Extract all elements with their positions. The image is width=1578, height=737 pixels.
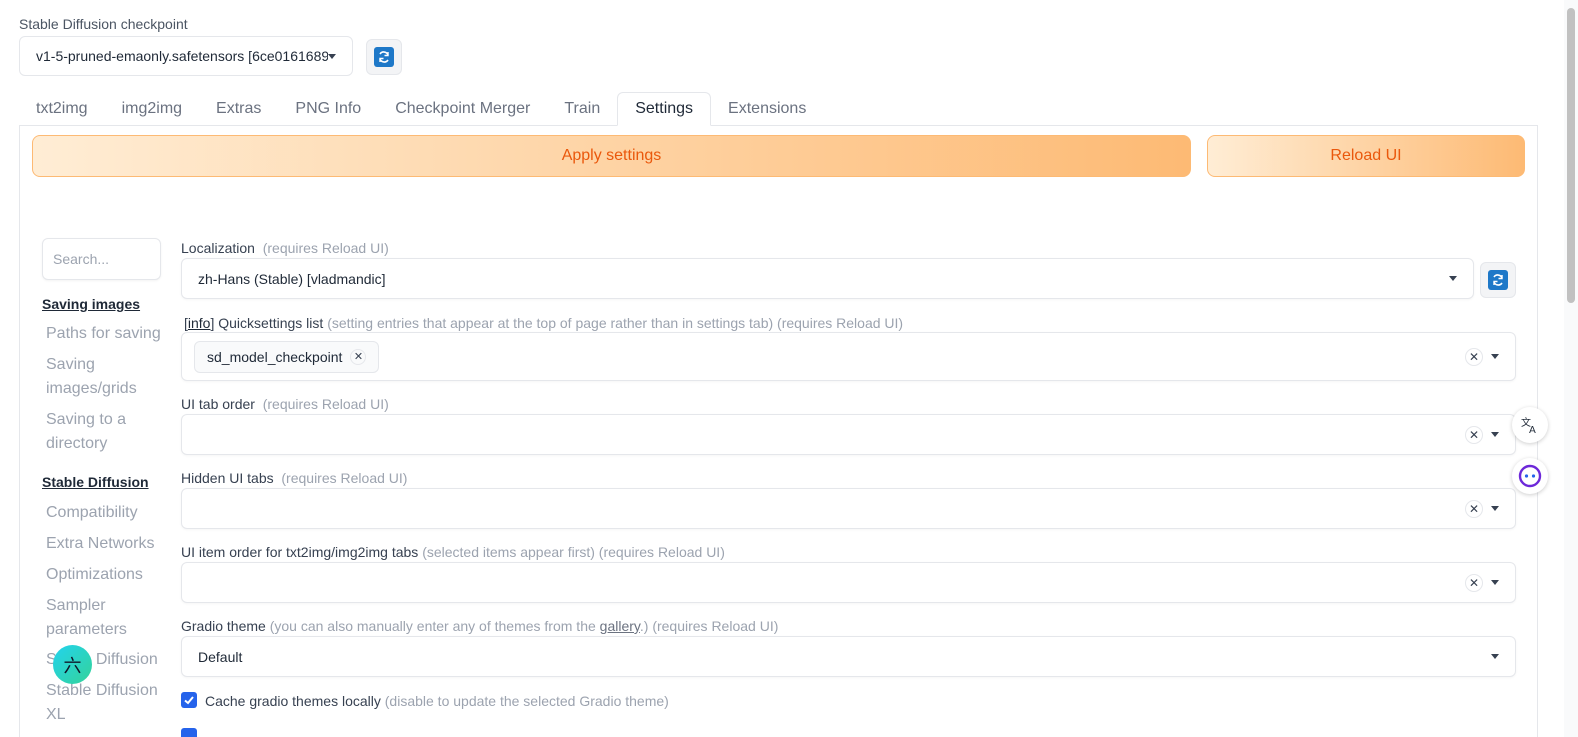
localization-dropdown[interactable]: zh-Hans (Stable) [vladmandic] <box>181 258 1474 299</box>
tab-png-info[interactable]: PNG Info <box>278 92 378 126</box>
sidebar-item-extra-networks[interactable]: Extra Networks <box>46 532 161 556</box>
tab-img2img[interactable]: img2img <box>105 92 199 126</box>
apply-settings-button[interactable]: Apply settings <box>32 135 1191 177</box>
scrollbar-thumb[interactable] <box>1567 8 1575 303</box>
refresh-localization-button[interactable] <box>1480 262 1516 298</box>
quicksettings-chip: sd_model_checkpoint ✕ <box>194 340 380 373</box>
chevron-down-icon <box>328 53 336 59</box>
sidebar-section-saving-images[interactable]: Saving images <box>42 296 140 312</box>
sidebar-item-stable-diffusion-xl[interactable]: Stable Diffusion XL <box>46 679 161 727</box>
gradio-theme-value: Default <box>198 648 243 665</box>
hidden-ui-tabs-label: Hidden UI tabs (requires Reload UI) <box>181 470 408 486</box>
refresh-checkpoint-button[interactable] <box>366 39 402 75</box>
gradio-theme-dropdown[interactable]: Default <box>181 636 1516 677</box>
translate-icon[interactable]: 文A <box>1512 407 1548 443</box>
sidebar-section-stable-diffusion[interactable]: Stable Diffusion <box>42 474 149 490</box>
gradio-theme-label: Gradio theme (you can also manually ente… <box>181 618 779 634</box>
localization-value: zh-Hans (Stable) [vladmandic] <box>198 270 386 287</box>
quicksettings-multiselect[interactable]: sd_model_checkpoint ✕ ✕ <box>181 332 1516 381</box>
sidebar-item-compatibility[interactable]: Compatibility <box>46 501 161 525</box>
main-tabs: txt2img img2img Extras PNG Info Checkpoi… <box>19 92 823 126</box>
reload-ui-button[interactable]: Reload UI <box>1207 135 1525 177</box>
tab-extensions[interactable]: Extensions <box>711 92 823 126</box>
refresh-icon <box>1488 270 1508 290</box>
sidebar-item-saving-images-grids[interactable]: Saving images/grids <box>46 353 161 401</box>
tab-settings[interactable]: Settings <box>617 92 712 126</box>
svg-text:A: A <box>1529 425 1536 435</box>
sidebar-item-paths-for-saving[interactable]: Paths for saving <box>46 322 161 346</box>
clear-icon[interactable]: ✕ <box>1465 347 1483 366</box>
floating-assistant-badge[interactable]: 六 <box>53 645 92 684</box>
remove-chip-icon[interactable]: ✕ <box>350 348 367 365</box>
badge-char: 六 <box>63 655 82 676</box>
chevron-down-icon <box>1491 580 1499 585</box>
next-setting-checkbox[interactable] <box>181 728 197 737</box>
sidebar-item-saving-to-directory[interactable]: Saving to a directory <box>46 408 161 456</box>
cache-themes-checkbox[interactable] <box>181 692 197 708</box>
tab-train[interactable]: Train <box>547 92 617 126</box>
ui-tab-order-label: UI tab order (requires Reload UI) <box>181 396 389 412</box>
chevron-down-icon <box>1449 276 1457 281</box>
tab-checkpoint-merger[interactable]: Checkpoint Merger <box>378 92 547 126</box>
ui-item-order-multiselect[interactable]: ✕ <box>181 562 1516 603</box>
chevron-down-icon <box>1491 654 1499 659</box>
hidden-ui-tabs-multiselect[interactable]: ✕ <box>181 488 1516 529</box>
clear-icon[interactable]: ✕ <box>1465 499 1483 518</box>
page-scrollbar[interactable] <box>1564 0 1578 737</box>
clear-icon[interactable]: ✕ <box>1465 425 1483 444</box>
cache-themes-label: Cache gradio themes locally (disable to … <box>205 693 669 709</box>
settings-search-input[interactable] <box>42 238 161 280</box>
quicksettings-label: [info] Quicksettings list (setting entri… <box>184 315 904 331</box>
checkpoint-dropdown[interactable]: v1-5-pruned-emaonly.safetensors [6ce0161… <box>19 36 353 76</box>
tab-txt2img[interactable]: txt2img <box>19 92 105 126</box>
check-icon <box>184 696 194 705</box>
info-link[interactable]: info <box>188 315 211 331</box>
ui-tab-order-multiselect[interactable]: ✕ <box>181 414 1516 455</box>
chevron-down-icon <box>1491 432 1499 437</box>
clear-icon[interactable]: ✕ <box>1465 573 1483 592</box>
assistant-icon[interactable] <box>1512 458 1548 494</box>
ui-item-order-label: UI item order for txt2img/img2img tabs (… <box>181 544 725 560</box>
refresh-icon <box>374 47 394 67</box>
tab-extras[interactable]: Extras <box>199 92 278 126</box>
chevron-down-icon <box>1491 354 1499 359</box>
checkpoint-value: v1-5-pruned-emaonly.safetensors [6ce0161… <box>36 48 328 64</box>
sidebar-item-sampler-parameters[interactable]: Sampler parameters <box>46 594 161 642</box>
localization-label: Localization (requires Reload UI) <box>181 240 389 256</box>
sidebar-item-optimizations[interactable]: Optimizations <box>46 563 161 587</box>
gallery-link[interactable]: gallery <box>600 618 640 634</box>
chevron-down-icon <box>1491 506 1499 511</box>
checkpoint-label: Stable Diffusion checkpoint <box>19 16 188 32</box>
